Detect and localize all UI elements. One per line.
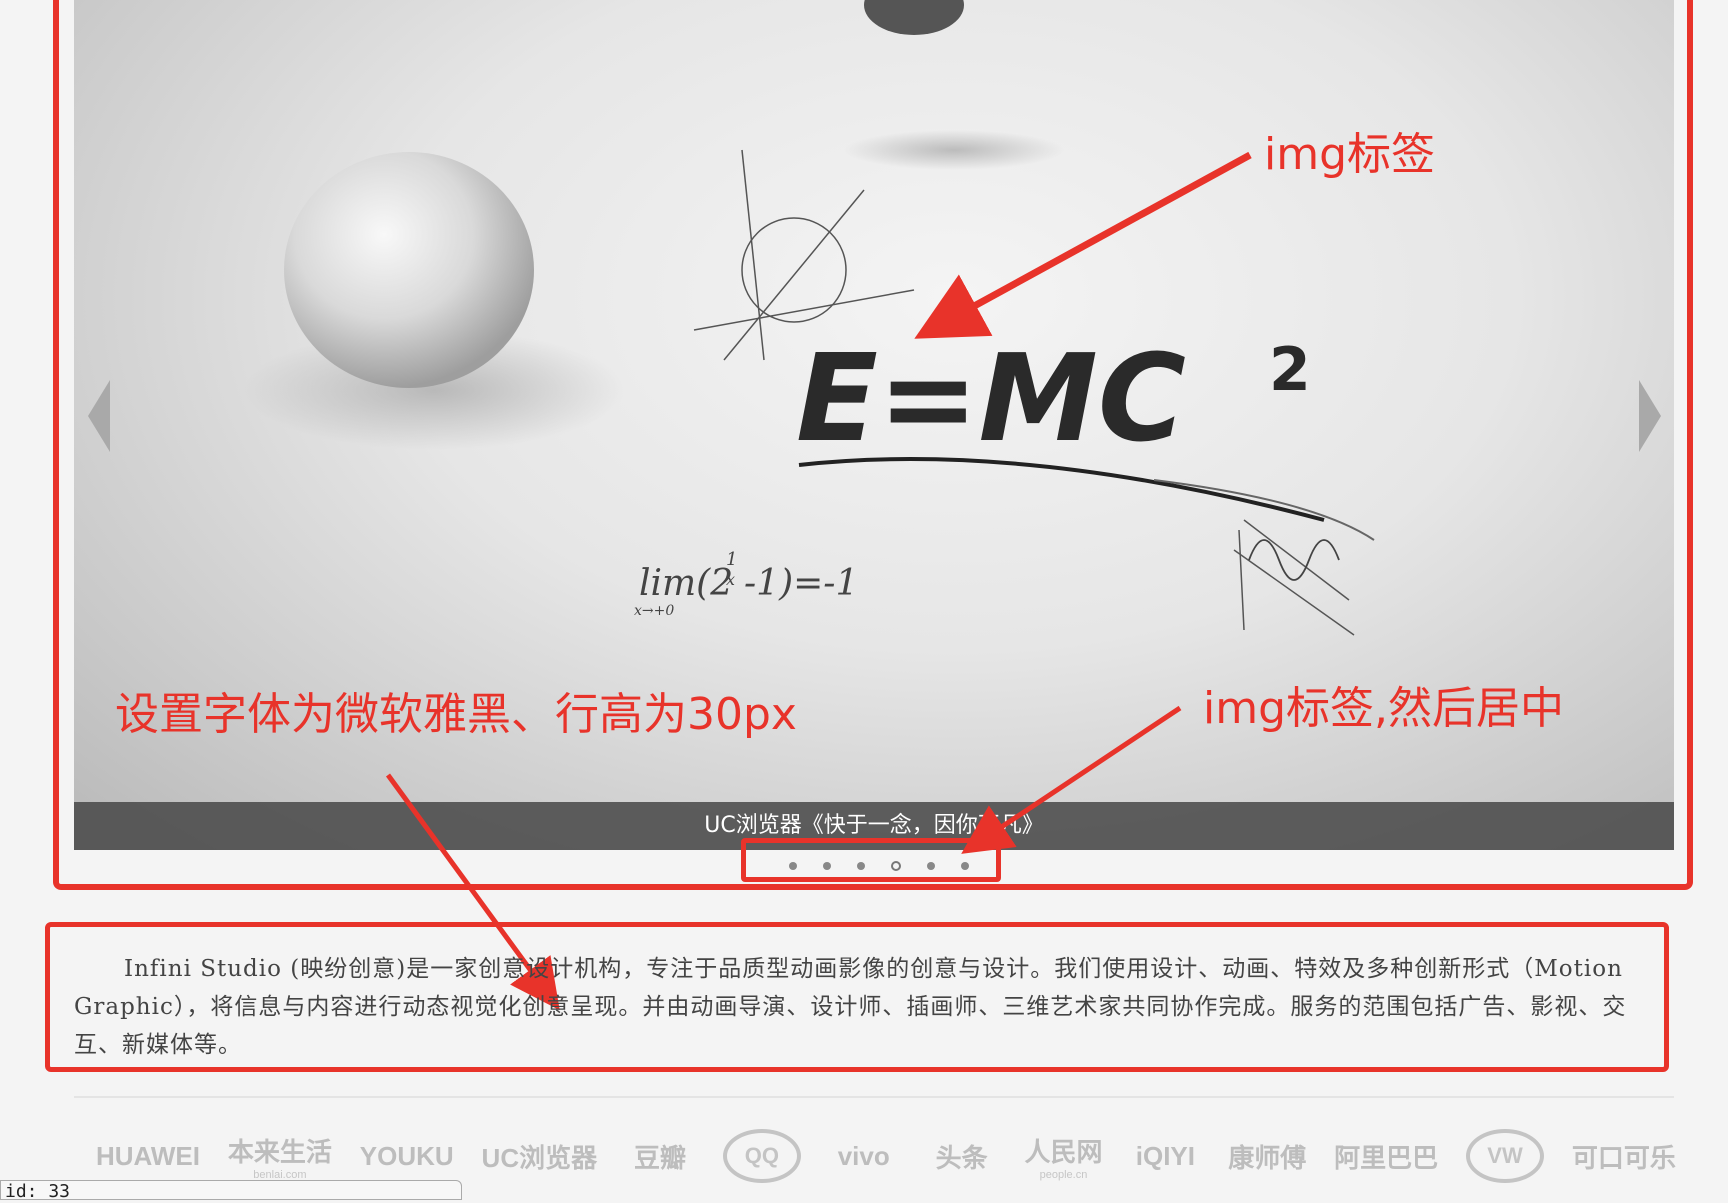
logo-vivo[interactable]: vivo xyxy=(829,1141,899,1172)
annotation-img-label: img标签 xyxy=(1264,129,1436,180)
slider-dot[interactable] xyxy=(789,862,797,870)
logo-huawei[interactable]: HUAWEI xyxy=(96,1141,200,1172)
formula-superscript: 2 xyxy=(1269,335,1311,405)
limit-text: lim(2 xyxy=(639,563,733,604)
logo-douban[interactable]: 豆瓣 xyxy=(625,1138,695,1175)
status-tab: id: 33 xyxy=(0,1180,462,1202)
logo-benlai[interactable]: 本来生活 benlai.com xyxy=(228,1132,332,1181)
logo-uc-browser[interactable]: UC浏览器 xyxy=(482,1138,598,1175)
logo-youku[interactable]: YOUKU xyxy=(360,1141,454,1172)
formula-text: E=MC xyxy=(796,330,1186,469)
svg-text:x: x xyxy=(726,570,735,589)
logo-kangshifu[interactable]: 康师傅 xyxy=(1228,1138,1306,1175)
slider-dot-active[interactable] xyxy=(891,861,901,871)
annotation-img-center-label: img标签,然后居中 xyxy=(1203,683,1565,734)
logo-people[interactable]: 人民网 people.cn xyxy=(1024,1132,1102,1181)
top-sphere xyxy=(864,0,964,35)
svg-text:-1)=-1: -1)=-1 xyxy=(744,563,858,604)
slider-dot[interactable] xyxy=(857,862,865,870)
logo-alibaba[interactable]: 阿里巴巴 xyxy=(1334,1138,1438,1175)
intro-paragraph: Infini Studio (映纷创意)是一家创意设计机构，专注于品质型动画影像… xyxy=(74,956,1627,1058)
dots-annotation-box xyxy=(741,838,1001,882)
svg-text:x→+0: x→+0 xyxy=(634,603,674,619)
partner-logos: HUAWEI 本来生活 benlai.com YOUKU UC浏览器 豆瓣 QQ … xyxy=(96,1126,1676,1186)
sphere xyxy=(284,152,534,388)
slider-pagination xyxy=(776,861,982,871)
slider-dot[interactable] xyxy=(823,862,831,870)
logo-cocacola[interactable]: 可口可乐 xyxy=(1572,1138,1676,1175)
divider xyxy=(74,1096,1674,1098)
slider-dot[interactable] xyxy=(927,862,935,870)
logo-qq[interactable]: QQ xyxy=(722,1129,801,1183)
next-slide-button[interactable] xyxy=(1639,380,1661,452)
logo-volkswagen[interactable]: VW xyxy=(1466,1129,1545,1183)
slider-dot[interactable] xyxy=(961,862,969,870)
svg-text:1: 1 xyxy=(726,549,737,570)
logo-iqiyi[interactable]: iQIYI xyxy=(1130,1141,1200,1172)
prev-slide-button[interactable] xyxy=(88,380,110,452)
logo-toutiao[interactable]: 头条 xyxy=(927,1138,997,1175)
annotation-font-note: 设置字体为微软雅黑、行高为30px xyxy=(115,689,797,740)
